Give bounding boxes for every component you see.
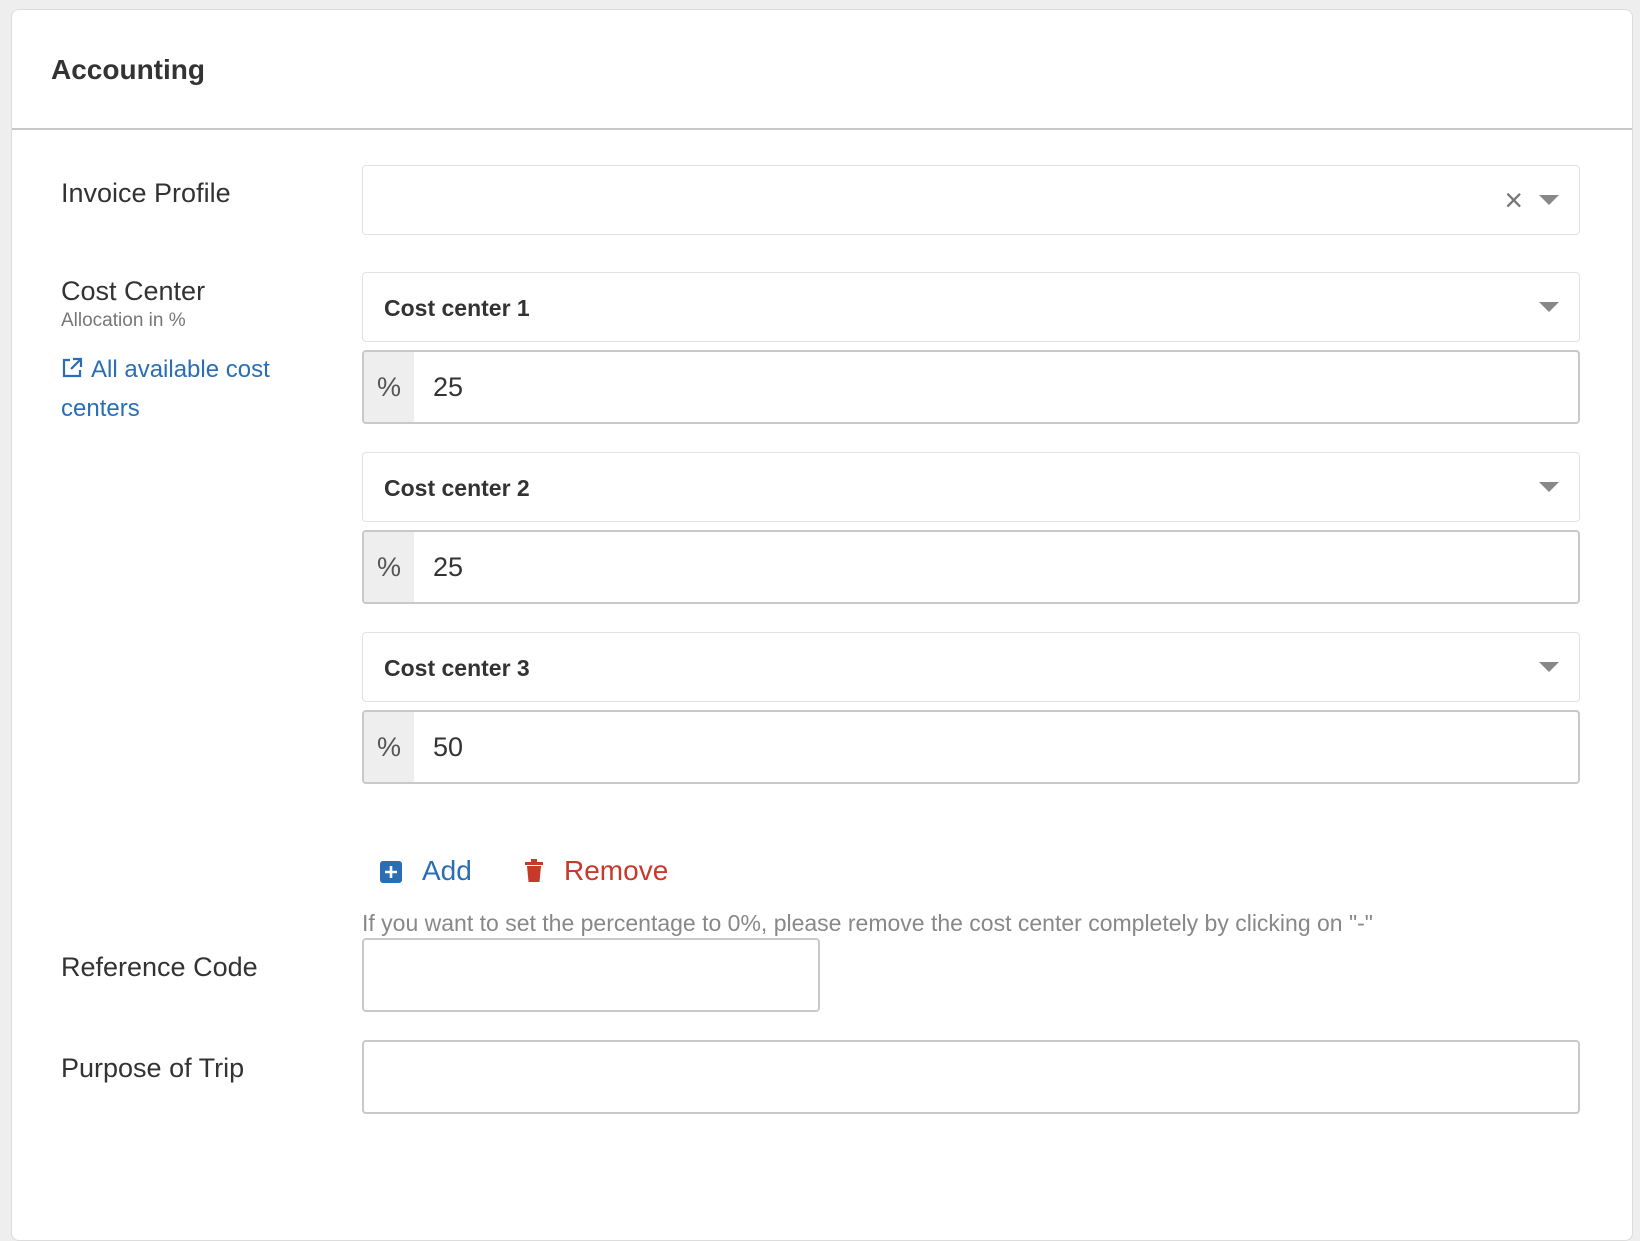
invoice-profile-select[interactable]: × (362, 165, 1580, 235)
invoice-profile-label: Invoice Profile (61, 178, 231, 208)
percent-value[interactable]: 25 (433, 532, 463, 602)
all-cost-centers-label: All available cost centers (61, 356, 270, 422)
panel-header: Accounting (12, 10, 1632, 130)
add-label: Add (422, 855, 472, 886)
percent-value[interactable]: 25 (433, 352, 463, 422)
help-text: If you want to set the percentage to 0%,… (362, 910, 1373, 936)
percent-addon: % (364, 352, 414, 422)
cost-center-select-value: Cost center 2 (384, 475, 530, 501)
trash-icon (525, 859, 543, 882)
cost-center-select-2[interactable]: Cost center 2 (362, 452, 1580, 522)
remove-label: Remove (564, 855, 669, 886)
purpose-of-trip-input[interactable] (362, 1040, 1580, 1114)
all-cost-centers-link[interactable]: All available cost centers (61, 350, 301, 428)
cost-center-label: Cost Center (61, 276, 206, 306)
remove-cost-center-button[interactable]: Remove (524, 855, 668, 887)
chevron-down-icon[interactable] (1539, 195, 1559, 205)
cost-center-select-value: Cost center 1 (384, 295, 530, 321)
cost-center-percent-2[interactable]: % 25 (362, 530, 1580, 604)
chevron-down-icon[interactable] (1539, 482, 1559, 492)
chevron-down-icon[interactable] (1539, 662, 1559, 672)
cost-center-select-value: Cost center 3 (384, 655, 530, 681)
chevron-down-icon[interactable] (1539, 302, 1559, 312)
reference-code-input[interactable] (362, 938, 820, 1012)
external-link-icon (62, 357, 83, 378)
percent-addon: % (364, 712, 414, 782)
cost-center-sublabel: Allocation in % (61, 310, 186, 331)
panel-title: Accounting (51, 54, 205, 85)
clear-icon[interactable]: × (1504, 180, 1523, 220)
plus-square-icon (380, 861, 402, 883)
cost-center-select-3[interactable]: Cost center 3 (362, 632, 1580, 702)
percent-value[interactable]: 50 (433, 712, 463, 782)
percent-addon: % (364, 532, 414, 602)
cost-center-percent-1[interactable]: % 25 (362, 350, 1580, 424)
cost-center-percent-3[interactable]: % 50 (362, 710, 1580, 784)
add-cost-center-button[interactable]: Add (380, 855, 472, 887)
purpose-of-trip-label: Purpose of Trip (61, 1053, 245, 1083)
reference-code-label: Reference Code (61, 952, 258, 982)
accounting-panel: Accounting Invoice Profile × Cost Center… (11, 9, 1633, 1241)
cost-center-select-1[interactable]: Cost center 1 (362, 272, 1580, 342)
